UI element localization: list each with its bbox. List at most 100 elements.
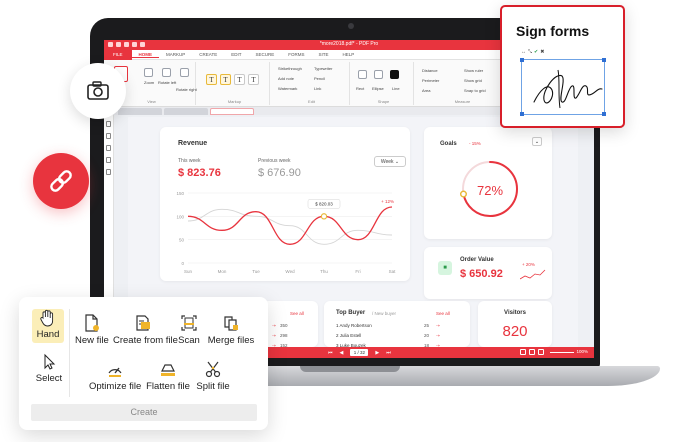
- show-grid-toggle[interactable]: Show grid: [464, 78, 482, 83]
- two-page-view-icon[interactable]: [538, 349, 544, 355]
- tab-home[interactable]: HOME: [131, 52, 160, 58]
- create-group-label: Create: [31, 404, 257, 421]
- buyer-arrow-icon[interactable]: ⇢: [436, 333, 440, 339]
- prev-page-icon[interactable]: ◀: [340, 350, 344, 356]
- goals-title: Goals: [440, 141, 457, 147]
- add-note-tool[interactable]: Add note: [278, 76, 294, 81]
- highlight-text-tool[interactable]: T: [206, 74, 217, 85]
- rect-shape-icon[interactable]: [358, 70, 367, 79]
- buyer-count: 25: [424, 323, 430, 328]
- move-icon[interactable]: ↔: [521, 49, 526, 55]
- color-swatch[interactable]: [390, 70, 399, 79]
- buyer-arrow-icon[interactable]: ⇢: [436, 323, 440, 329]
- document-tab-active[interactable]: [210, 108, 254, 115]
- select-tool-button[interactable]: Select: [33, 353, 65, 384]
- continuous-view-icon[interactable]: [529, 349, 535, 355]
- resize-handle[interactable]: [520, 112, 524, 116]
- top-buyer-title: Top Buyer: [336, 310, 366, 316]
- markup-group: T T T T Markup: [200, 62, 270, 105]
- next-page-icon[interactable]: ▶: [375, 350, 379, 356]
- distance-tool[interactable]: Distance: [422, 68, 438, 73]
- list-see-all[interactable]: See all: [290, 311, 304, 316]
- select-label: Select: [35, 373, 63, 384]
- tab-edit[interactable]: EDIT: [224, 52, 248, 57]
- list-marker: ⇢: [272, 333, 276, 338]
- order-sparkline: [520, 269, 546, 280]
- strike-text-tool[interactable]: T: [234, 74, 245, 85]
- show-ruler-toggle[interactable]: Show ruler: [464, 68, 483, 73]
- signature-field[interactable]: [520, 58, 606, 116]
- new-file-button[interactable]: New file: [75, 313, 109, 346]
- rotate-left-icon[interactable]: [162, 68, 171, 77]
- zoom-slider[interactable]: [550, 352, 574, 353]
- document-tab[interactable]: [164, 108, 208, 115]
- period-dropdown[interactable]: Week ⌄: [374, 156, 406, 167]
- single-page-view-icon[interactable]: [520, 349, 526, 355]
- strikethrough-tool[interactable]: Strikethrough: [278, 66, 302, 71]
- confirm-icon[interactable]: ✔: [534, 49, 538, 55]
- tab-file[interactable]: FILE: [104, 49, 132, 60]
- last-page-icon[interactable]: ⏭: [386, 350, 391, 356]
- resize-icon[interactable]: ⤡: [528, 49, 532, 55]
- split-file-button[interactable]: Split file: [193, 359, 233, 392]
- tab-create[interactable]: CREATE: [192, 52, 224, 57]
- y-tick-label: 100: [176, 214, 184, 219]
- flatten-file-button[interactable]: Flatten file: [145, 359, 191, 392]
- top-buyer-see-all[interactable]: See all: [436, 311, 450, 316]
- underline-text-tool[interactable]: T: [220, 74, 231, 85]
- link-tool[interactable]: Link: [314, 86, 321, 91]
- scan-button[interactable]: Scan: [175, 313, 203, 346]
- perimeter-tool[interactable]: Perimeter: [422, 78, 439, 83]
- create-from-file-icon: [136, 315, 150, 331]
- top-buyer-subtitle: / New buyer: [372, 311, 397, 316]
- merge-files-button[interactable]: Merge files: [207, 313, 255, 346]
- zoom-icon[interactable]: [144, 68, 153, 77]
- tab-secure[interactable]: SECURE: [248, 52, 281, 57]
- squiggly-text-tool[interactable]: T: [248, 74, 259, 85]
- page-input[interactable]: 1 / 32: [350, 349, 369, 356]
- hand-tool-button[interactable]: Hand: [32, 309, 64, 343]
- webcam: [348, 23, 354, 29]
- pages-icon[interactable]: [106, 121, 111, 127]
- tab-forms[interactable]: FORMS: [281, 52, 311, 57]
- flatten-file-label: Flatten file: [146, 381, 190, 392]
- tab-site[interactable]: SITE: [311, 52, 335, 57]
- goals-dropdown[interactable]: ⌄: [532, 137, 542, 146]
- layers-icon[interactable]: [106, 169, 111, 175]
- resize-handle[interactable]: [602, 58, 606, 62]
- x-tick-label: Sat: [389, 269, 397, 274]
- tab-markup[interactable]: MARKUP: [159, 52, 192, 57]
- camera-button[interactable]: [70, 63, 126, 119]
- edit-group: Strikethrough Add note Watermark Typewri…: [274, 62, 350, 105]
- cursor-icon: [44, 353, 56, 370]
- buyer-count: 20: [424, 333, 430, 338]
- attachments-icon[interactable]: [106, 145, 111, 151]
- first-page-icon[interactable]: ⏮: [328, 350, 333, 356]
- optimize-file-button[interactable]: Optimize file: [89, 359, 141, 392]
- typewriter-tool[interactable]: Typewriter: [314, 66, 332, 71]
- shape-group: Rect Ellipse Line Shape: [354, 62, 414, 105]
- tab-help[interactable]: HELP: [336, 52, 362, 57]
- link-button[interactable]: [33, 153, 89, 209]
- snap-to-grid-toggle[interactable]: Snap to grid: [464, 88, 486, 93]
- goals-card: Goals - 15% ⌄ 72%: [424, 127, 552, 239]
- bookmarks-icon[interactable]: [106, 133, 111, 139]
- comments-icon[interactable]: [106, 157, 111, 163]
- rotate-right-icon[interactable]: [180, 68, 189, 77]
- create-from-file-button[interactable]: Create from file: [113, 313, 178, 346]
- measure-group-label: Measure: [454, 99, 471, 104]
- revenue-line-chart: 0 50 100 150 Sun Mon Tue Wed Thu Fri Sat $ 820.03 + …: [176, 191, 397, 274]
- create-panel: Hand Select New file Create from file Sc…: [19, 297, 268, 430]
- ellipse-shape-icon[interactable]: [374, 70, 383, 79]
- watermark-tool[interactable]: Watermark: [278, 86, 297, 91]
- resize-handle[interactable]: [520, 58, 524, 62]
- pencil-tool[interactable]: Pencil: [314, 76, 325, 81]
- goals-change: - 15%: [469, 141, 481, 146]
- x-tick-label: Mon: [218, 269, 227, 274]
- highlight-point: [320, 213, 328, 220]
- shape-group-label: Shape: [377, 99, 390, 104]
- area-tool[interactable]: Area: [422, 88, 430, 93]
- resize-handle[interactable]: [602, 112, 606, 116]
- measure-group: Distance Perimeter Area Show ruler Show …: [418, 62, 508, 105]
- delete-icon[interactable]: ✖: [540, 49, 544, 55]
